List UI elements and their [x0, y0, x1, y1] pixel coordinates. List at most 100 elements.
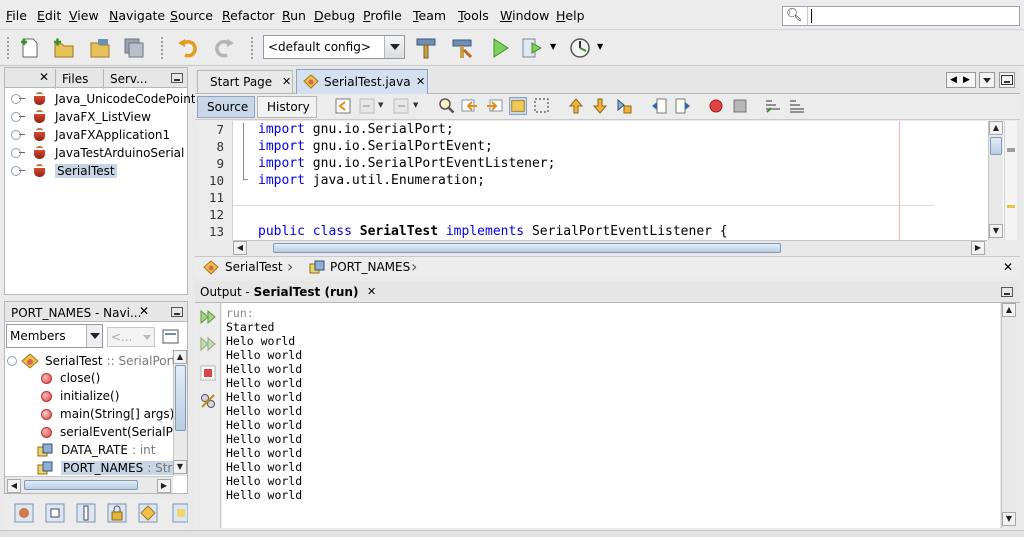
code-editor[interactable]: 7 8 9 10 11 12 13 import gnu.io.SerialPo…	[197, 121, 1017, 240]
collapse-icon[interactable]	[7, 356, 17, 366]
project-item[interactable]: Java_UnicodeCodePoint	[11, 90, 196, 108]
stop-icon[interactable]	[199, 364, 217, 382]
chevron-down-icon[interactable]	[86, 325, 102, 347]
scroll-right-icon[interactable]: ▶	[157, 479, 171, 493]
clean-build-icon[interactable]	[450, 36, 474, 60]
comment-icon[interactable]	[764, 97, 782, 115]
tab-serialtest-java[interactable]: SerialTest.java ✕	[296, 69, 428, 94]
toggle-bookmark-icon[interactable]	[615, 97, 633, 115]
find-next-icon[interactable]	[485, 97, 503, 115]
close-icon[interactable]: ✕	[367, 285, 376, 298]
find-previous-icon[interactable]	[461, 97, 479, 115]
menu-view[interactable]: View	[69, 8, 99, 23]
menu-tools[interactable]: Tools	[458, 8, 489, 23]
chevron-down-icon[interactable]: ▼	[550, 42, 556, 51]
source-button[interactable]: Source	[197, 96, 255, 118]
output-console[interactable]	[222, 303, 1000, 528]
scroll-thumb[interactable]	[990, 137, 1002, 155]
fields-filter-icon[interactable]	[14, 503, 34, 523]
scroll-thumb[interactable]	[24, 480, 138, 490]
expand-icon[interactable]	[11, 94, 25, 104]
record-macro-icon[interactable]	[707, 97, 725, 115]
scroll-left-icon[interactable]: ◀	[950, 75, 957, 85]
search-icon[interactable]: 🔍︎	[786, 8, 803, 23]
settings-icon[interactable]	[199, 392, 217, 410]
member-item[interactable]: DATA_RATE: int	[37, 441, 155, 459]
scroll-up-icon[interactable]: ▲	[989, 121, 1003, 135]
scroll-left-icon[interactable]: ◀	[7, 479, 21, 493]
build-hammer-icon[interactable]	[414, 36, 438, 60]
uncomment-icon[interactable]	[788, 97, 806, 115]
breadcrumb-field[interactable]: PORT_NAMES	[330, 260, 410, 274]
chevron-down-icon[interactable]: ▼	[413, 101, 418, 109]
menu-profile[interactable]: Profile	[363, 8, 402, 23]
project-item[interactable]: JavaFXApplication1	[11, 126, 170, 144]
scroll-down-icon[interactable]: ▼	[989, 224, 1003, 238]
chevron-down-icon[interactable]	[384, 36, 404, 58]
shift-right-icon[interactable]	[674, 97, 692, 115]
history-button[interactable]: History	[257, 96, 317, 118]
expand-icon[interactable]	[11, 130, 25, 140]
save-all-icon[interactable]	[122, 36, 146, 60]
scroll-down-icon[interactable]: ▼	[1002, 512, 1016, 526]
navigator-root[interactable]: SerialTest :: SerialPort	[7, 352, 176, 370]
member-item[interactable]: close()	[41, 369, 100, 387]
minimize-icon[interactable]	[1001, 75, 1013, 85]
sort-icon[interactable]	[172, 503, 188, 523]
last-edit-icon[interactable]	[334, 97, 352, 115]
new-project-icon[interactable]	[52, 36, 76, 60]
scroll-left-icon[interactable]: ◀	[233, 241, 247, 255]
minimize-icon[interactable]	[171, 307, 183, 317]
member-item[interactable]: serialEvent(SerialPo	[41, 423, 180, 441]
close-icon[interactable]: ✕	[416, 75, 425, 88]
stripe-mark[interactable]	[1007, 205, 1015, 208]
project-item[interactable]: JavaFX_ListView	[11, 108, 151, 126]
member-item-selected[interactable]: PORT_NAMES: Strin	[37, 459, 186, 477]
chevron-down-icon[interactable]: ▼	[378, 101, 383, 109]
expand-icon[interactable]	[11, 166, 25, 176]
redo-icon[interactable]	[212, 36, 236, 60]
lock-icon[interactable]	[107, 503, 127, 523]
editor-vscroll[interactable]: ▲ ▼	[988, 121, 1003, 240]
menu-run[interactable]: Run	[282, 8, 306, 23]
expand-icon[interactable]	[11, 112, 25, 122]
tab-list-button[interactable]	[979, 72, 995, 88]
close-icon[interactable]: ✕	[1003, 260, 1013, 274]
error-stripe[interactable]	[1004, 121, 1017, 240]
tab-navigator[interactable]: PORT_NAMES - Navi...	[5, 303, 147, 323]
menu-help[interactable]: Help	[556, 8, 585, 23]
debug-icon[interactable]	[520, 36, 544, 60]
members-filter-select[interactable]: Members	[6, 324, 103, 348]
editor-hscroll[interactable]: ◀ ▶	[233, 240, 987, 255]
minimize-icon[interactable]	[171, 73, 183, 83]
scroll-thumb[interactable]	[273, 243, 781, 253]
next-bookmark-icon[interactable]	[591, 97, 609, 115]
menu-edit[interactable]: Edit	[37, 8, 61, 23]
tab-scroll-buttons[interactable]: ◀ ▶	[946, 72, 976, 88]
project-item[interactable]: JavaTestArduinoSerial	[11, 144, 184, 162]
menu-navigate[interactable]: Navigate	[109, 8, 165, 23]
tab-services[interactable]: Serv...	[103, 69, 154, 89]
nonpublic-filter-icon[interactable]	[76, 503, 96, 523]
menu-source[interactable]: Source	[170, 8, 213, 23]
scroll-thumb[interactable]	[175, 365, 186, 431]
output-vscroll[interactable]: ▲ ▼	[1001, 303, 1017, 528]
tab-files[interactable]: Files	[55, 69, 94, 89]
scroll-right-icon[interactable]: ▶	[971, 241, 985, 255]
chevron-down-icon[interactable]: ▼	[597, 42, 603, 51]
scroll-down-icon[interactable]: ▼	[173, 460, 187, 474]
project-item-selected[interactable]: SerialTest	[11, 162, 117, 180]
profile-icon[interactable]	[568, 36, 592, 60]
run-icon[interactable]	[488, 36, 512, 60]
minimize-icon[interactable]	[1001, 287, 1013, 297]
open-project-icon[interactable]	[88, 36, 112, 60]
prev-bookmark-icon[interactable]	[567, 97, 585, 115]
toggle-highlight-icon[interactable]	[509, 97, 527, 115]
tab-start-page[interactable]: Start Page ✕	[197, 70, 293, 93]
menu-file[interactable]: File	[6, 8, 27, 23]
close-icon[interactable]: ✕	[139, 304, 149, 318]
scroll-right-icon[interactable]: ▶	[963, 75, 970, 85]
menu-refactor[interactable]: Refactor	[222, 8, 274, 23]
breadcrumb-class[interactable]: SerialTest	[225, 260, 283, 274]
static-filter-icon[interactable]	[45, 503, 65, 523]
